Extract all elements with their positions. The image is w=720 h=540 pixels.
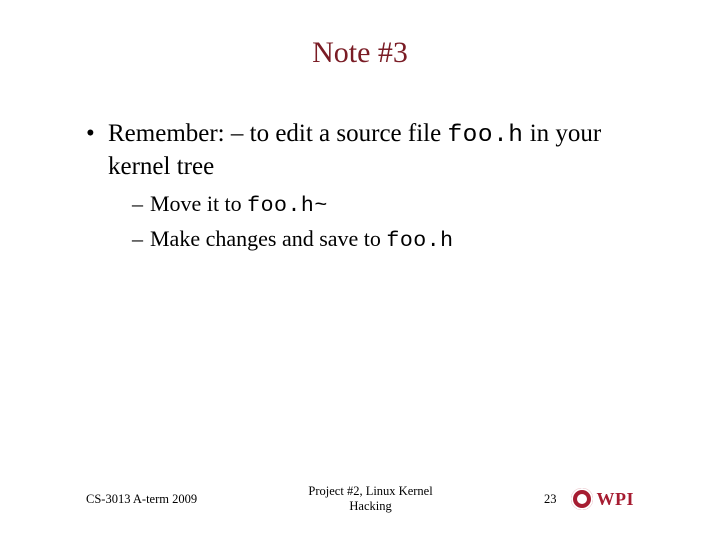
bullet-text-pre: Remember: – to edit a source file [108,120,447,147]
slide: Note #3 Remember: – to edit a source fil… [0,0,720,540]
page-number: 23 [544,492,557,507]
bullet-item: Remember: – to edit a source file foo.h … [86,118,634,255]
footer-center: Project #2, Linux Kernel Hacking [197,484,544,514]
sub-bullet-item: Make changes and save to foo.h [132,224,634,255]
seal-icon [571,488,593,510]
footer-center-line1: Project #2, Linux Kernel [197,484,544,499]
sub-bullet-text-pre: Make changes and save to [150,226,386,251]
sub-bullet-list: Move it to foo.h~ Make changes and save … [132,189,634,255]
sub-bullet-item: Move it to foo.h~ [132,189,634,220]
wpi-logo-text: WPI [597,489,635,510]
wpi-logo: WPI [571,488,635,510]
inline-code: foo.h [447,122,523,149]
slide-title: Note #3 [40,36,680,70]
inline-code: foo.h [386,229,453,253]
sub-bullet-text-pre: Move it to [150,191,247,216]
slide-footer: CS-3013 A-term 2009 Project #2, Linux Ke… [0,476,720,522]
footer-left: CS-3013 A-term 2009 [86,492,197,507]
footer-center-line2: Hacking [197,499,544,514]
inline-code: foo.h~ [247,194,328,218]
slide-content: Remember: – to edit a source file foo.h … [40,118,680,255]
footer-right: 23 WPI [544,488,634,510]
